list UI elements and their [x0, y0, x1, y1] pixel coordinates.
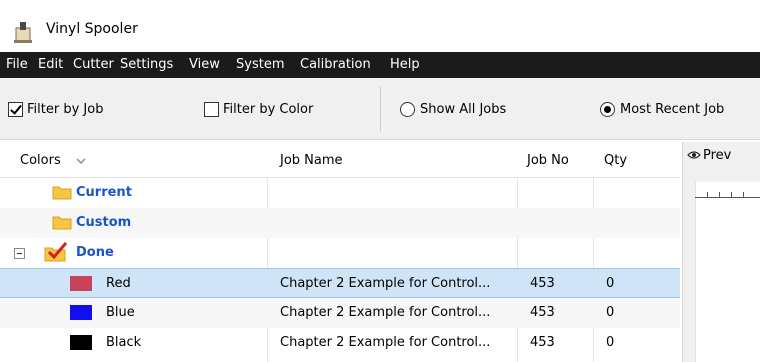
color-swatch-red	[70, 276, 92, 291]
radio-selected-icon	[600, 102, 615, 117]
job-no: 453	[530, 305, 555, 320]
column-header-job-no[interactable]: Job No	[527, 153, 569, 168]
show-all-jobs-label: Show All Jobs	[420, 102, 507, 117]
eye-icon	[687, 151, 701, 159]
folder-icon	[52, 216, 72, 230]
ruler-tick	[719, 192, 720, 197]
toolbar-divider	[380, 86, 381, 132]
job-name: Chapter 2 Example for Control...	[280, 276, 491, 291]
color-name: Red	[106, 276, 131, 291]
preview-pane: Prev	[682, 142, 760, 362]
job-color-grid: Colors Job Name Job No Qty Current Custo…	[0, 142, 680, 362]
group-label-custom: Custom	[76, 215, 132, 230]
menu-file[interactable]: File	[6, 57, 28, 72]
preview-ruler	[695, 197, 760, 198]
qty: 0	[606, 276, 615, 291]
qty: 0	[606, 335, 615, 350]
column-header-colors[interactable]: Colors	[20, 153, 61, 168]
menu-system[interactable]: System	[236, 57, 284, 72]
group-row-custom[interactable]: Custom	[0, 208, 680, 238]
radio-unselected-icon	[400, 102, 415, 117]
menu-view[interactable]: View	[189, 57, 220, 72]
color-row-black[interactable]: Black Chapter 2 Example for Control... 4…	[0, 328, 680, 358]
title-bar: Vinyl Spooler	[0, 0, 760, 52]
color-row-red[interactable]: Red Chapter 2 Example for Control... 453…	[0, 268, 680, 298]
filter-toolbar: Filter by Job Filter by Color Show All J…	[0, 78, 760, 140]
show-all-jobs-radio[interactable]: Show All Jobs	[400, 102, 506, 117]
filter-by-color-checkbox[interactable]: Filter by Color	[204, 102, 313, 117]
group-row-done[interactable]: Done	[0, 238, 680, 268]
filter-by-job-label: Filter by Job	[27, 102, 104, 117]
column-header-qty[interactable]: Qty	[604, 153, 627, 168]
menu-calibration[interactable]: Calibration	[300, 57, 371, 72]
menu-help[interactable]: Help	[390, 57, 420, 72]
sort-chevron-down-icon[interactable]	[76, 158, 86, 164]
collapse-toggle-icon[interactable]	[14, 248, 25, 259]
color-name: Black	[106, 335, 142, 350]
color-swatch-blue	[70, 305, 92, 320]
window-title: Vinyl Spooler	[46, 21, 138, 37]
color-row-blue[interactable]: Blue Chapter 2 Example for Control... 45…	[0, 298, 680, 328]
job-no: 453	[530, 335, 555, 350]
grid-header: Colors Job Name Job No Qty	[0, 142, 680, 178]
checkbox-unchecked-icon	[204, 102, 219, 117]
most-recent-job-label: Most Recent Job	[620, 102, 725, 117]
menu-cutter[interactable]: Cutter	[73, 57, 114, 72]
ruler-tick	[731, 192, 732, 197]
color-name: Blue	[106, 305, 135, 320]
filter-by-color-label: Filter by Color	[223, 102, 314, 117]
ruler-tick	[707, 192, 708, 197]
most-recent-job-radio[interactable]: Most Recent Job	[600, 102, 724, 117]
qty: 0	[606, 305, 615, 320]
filter-by-job-checkbox[interactable]: Filter by Job	[8, 102, 103, 117]
folder-icon	[52, 186, 72, 200]
job-no: 453	[530, 276, 555, 291]
group-label-done: Done	[76, 245, 114, 260]
menu-edit[interactable]: Edit	[38, 57, 63, 72]
group-label-current: Current	[76, 185, 132, 200]
group-row-current[interactable]: Current	[0, 178, 680, 208]
job-name: Chapter 2 Example for Control...	[280, 335, 491, 350]
ruler-tick	[743, 192, 744, 197]
menu-bar: File Edit Cutter Settings View System Ca…	[0, 52, 760, 78]
menu-settings[interactable]: Settings	[120, 57, 173, 72]
column-header-job-name[interactable]: Job Name	[280, 153, 343, 168]
job-name: Chapter 2 Example for Control...	[280, 305, 491, 320]
color-swatch-black	[70, 335, 92, 350]
checkbox-checked-icon	[8, 102, 23, 117]
preview-tab[interactable]: Prev	[703, 148, 731, 163]
preview-canvas[interactable]	[695, 182, 760, 362]
spooler-app-icon	[14, 22, 32, 43]
checked-folder-icon	[44, 242, 68, 262]
